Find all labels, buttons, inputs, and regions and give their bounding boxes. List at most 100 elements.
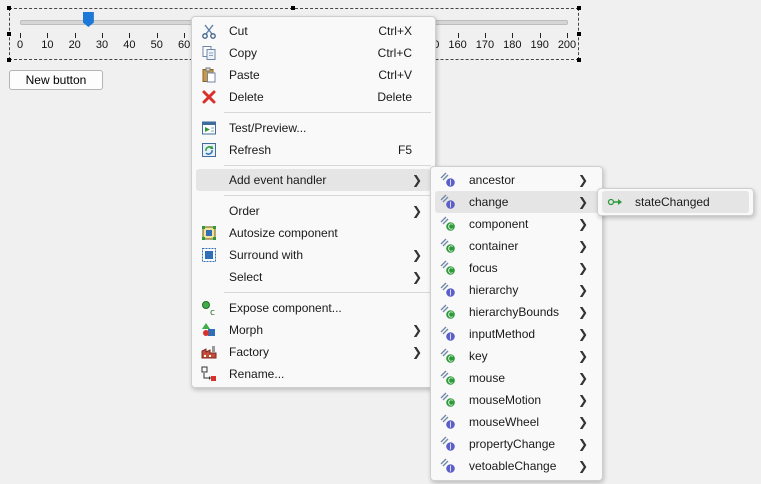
menu-item-mouse[interactable]: Cmouse ❯	[435, 367, 598, 389]
svg-text:I: I	[449, 201, 451, 210]
slider-tick-label: 0	[16, 39, 24, 51]
menu-item-label: Add event handler	[229, 173, 327, 187]
refresh-icon	[201, 142, 217, 158]
chevron-right-icon: ❯	[411, 270, 422, 284]
menu-item-ancestor[interactable]: Iancestor ❯	[435, 169, 598, 191]
svg-text:I: I	[449, 421, 451, 430]
menu-item-label: Select	[229, 270, 263, 284]
svg-text:C: C	[448, 355, 453, 364]
menu-item-focus[interactable]: Cfocus ❯	[435, 257, 598, 279]
menu-item-delete[interactable]: Delete Delete	[196, 86, 431, 108]
selection-handle[interactable]	[7, 32, 11, 36]
menu-item-label: stateChanged	[635, 195, 710, 209]
menu-item-mouse-wheel[interactable]: ImouseWheel ❯	[435, 411, 598, 433]
selection-handle[interactable]	[7, 58, 11, 62]
menu-item-label: Paste	[229, 68, 260, 82]
menu-item-label: Order	[229, 204, 260, 218]
svg-text:C: C	[448, 223, 453, 232]
menu-item-change[interactable]: Ichange ❯	[435, 191, 598, 213]
selection-handle[interactable]	[291, 6, 295, 10]
menu-item-add-event-handler[interactable]: Add event handler ❯	[196, 169, 431, 191]
menu-item-morph[interactable]: Morph ❯	[196, 319, 431, 341]
menu-separator	[224, 165, 431, 166]
menu-item-label: hierarchyBounds	[469, 305, 560, 319]
chevron-right-icon: ❯	[577, 173, 588, 187]
chevron-right-icon: ❯	[577, 371, 588, 385]
factory-icon	[201, 344, 217, 360]
class-event-icon: C	[440, 260, 456, 276]
class-event-icon: C	[440, 216, 456, 232]
menu-item-test-preview[interactable]: Test/Preview...	[196, 117, 431, 139]
slider-tick	[47, 33, 49, 38]
svg-text:C: C	[448, 245, 453, 254]
menu-item-input-method[interactable]: IinputMethod ❯	[435, 323, 598, 345]
menu-item-label: ancestor	[469, 173, 516, 187]
menu-item-cut[interactable]: Cut Ctrl+X	[196, 20, 431, 42]
menu-item-label: Test/Preview...	[229, 121, 307, 135]
chevron-right-icon: ❯	[577, 393, 588, 407]
menu-item-label: Surround with	[229, 248, 304, 262]
class-event-icon: C	[440, 304, 456, 320]
selection-handle[interactable]	[577, 6, 581, 10]
menu-item-label: Morph	[229, 323, 264, 337]
menu-item-label: key	[469, 349, 488, 363]
chevron-right-icon: ❯	[577, 327, 588, 341]
menu-item-label: component	[469, 217, 529, 231]
rename-icon	[201, 366, 217, 382]
menu-item-container[interactable]: Ccontainer ❯	[435, 235, 598, 257]
method-icon	[607, 194, 623, 210]
interface-event-icon: I	[440, 172, 456, 188]
surround-icon	[201, 247, 217, 263]
menu-item-shortcut: Delete	[377, 90, 412, 104]
menu-item-copy[interactable]: Copy Ctrl+C	[196, 42, 431, 64]
menu-item-hierarchy[interactable]: Ihierarchy ❯	[435, 279, 598, 301]
menu-item-label: Cut	[229, 24, 248, 38]
menu-item-rename[interactable]: Rename...	[196, 363, 431, 385]
menu-item-label: inputMethod	[469, 327, 536, 341]
menu-item-label: mouseWheel	[469, 415, 540, 429]
chevron-right-icon: ❯	[577, 261, 588, 275]
chevron-right-icon: ❯	[577, 239, 588, 253]
menu-item-shortcut: Ctrl+V	[378, 68, 412, 82]
menu-item-hierarchy-bounds[interactable]: ChierarchyBounds ❯	[435, 301, 598, 323]
menu-item-factory[interactable]: Factory ❯	[196, 341, 431, 363]
slider-tick-label: 190	[530, 39, 549, 51]
selection-handle[interactable]	[577, 58, 581, 62]
interface-event-icon: I	[440, 326, 456, 342]
menu-item-mouse-motion[interactable]: CmouseMotion ❯	[435, 389, 598, 411]
menu-item-component[interactable]: Ccomponent ❯	[435, 213, 598, 235]
slider-tick-label: 50	[150, 39, 163, 51]
interface-event-icon: I	[440, 414, 456, 430]
menu-item-key[interactable]: Ckey ❯	[435, 345, 598, 367]
menu-item-state-changed[interactable]: stateChanged	[602, 191, 749, 213]
slider-tick	[457, 33, 459, 38]
slider-tick	[539, 33, 541, 38]
slider-tick	[512, 33, 514, 38]
slider-tick-label: 180	[503, 39, 522, 51]
menu-item-vetoable-change[interactable]: IvetoableChange ❯	[435, 455, 598, 477]
selection-handle[interactable]	[7, 6, 11, 10]
menu-item-paste[interactable]: Paste Ctrl+V	[196, 64, 431, 86]
menu-item-label: change	[469, 195, 509, 209]
menu-item-select[interactable]: Select ❯	[196, 266, 431, 288]
menu-item-autosize-component[interactable]: Autosize component	[196, 222, 431, 244]
menu-item-refresh[interactable]: Refresh F5	[196, 139, 431, 161]
svg-text:C: C	[448, 311, 453, 320]
menu-item-order[interactable]: Order ❯	[196, 200, 431, 222]
class-event-icon: C	[440, 238, 456, 254]
new-button[interactable]: New button	[9, 70, 103, 90]
menu-item-property-change[interactable]: IpropertyChange ❯	[435, 433, 598, 455]
menu-item-expose-component[interactable]: c Expose component...	[196, 297, 431, 319]
chevron-right-icon: ❯	[577, 349, 588, 363]
slider-tick	[102, 33, 104, 38]
svg-text:I: I	[449, 333, 451, 342]
chevron-right-icon: ❯	[577, 437, 588, 451]
chevron-right-icon: ❯	[411, 323, 422, 337]
selection-handle[interactable]	[577, 32, 581, 36]
chevron-right-icon: ❯	[577, 415, 588, 429]
class-event-icon: C	[440, 370, 456, 386]
delete-icon	[201, 89, 217, 105]
preview-icon	[201, 120, 217, 136]
menu-item-surround-with[interactable]: Surround with ❯	[196, 244, 431, 266]
svg-text:c: c	[210, 308, 215, 316]
